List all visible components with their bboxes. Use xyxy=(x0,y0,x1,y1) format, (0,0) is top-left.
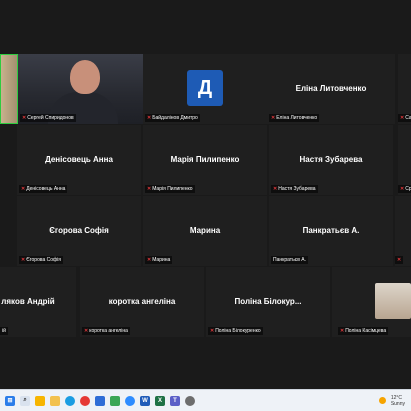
name-tag: ✕ Єгорова Софія xyxy=(19,256,63,264)
name-tag: ✕ Байдалінов Дмитро xyxy=(145,114,200,122)
name-tag-label: Поліна Касімцева xyxy=(345,328,387,334)
participant-tile[interactable]: ✕ Поліна Касімцева xyxy=(332,267,411,337)
participant-tile-partial[interactable]: ✕ Ср xyxy=(398,125,411,195)
mic-muted-icon: ✕ xyxy=(273,186,278,192)
participant-tile-partial[interactable]: ✕ xyxy=(395,196,411,266)
participant-name: Поліна Білокур... xyxy=(234,297,302,306)
mic-muted-icon: ✕ xyxy=(397,257,402,263)
sun-icon xyxy=(378,397,386,404)
participant-tile[interactable]: Марія Пилипенко ✕ Марія Пилипенко xyxy=(143,125,267,195)
name-tag-label: Панкратьєв А. xyxy=(273,257,306,263)
participant-name: Марина xyxy=(189,226,221,235)
mic-muted-icon: ✕ xyxy=(400,115,405,121)
participant-name: Еліна Литовченко xyxy=(295,84,367,93)
system-tray: 12°C Sunny xyxy=(378,395,411,407)
name-tag: ✕ Настя Зубарева xyxy=(271,185,318,193)
explorer-icon[interactable] xyxy=(50,395,60,406)
mic-muted-icon: ✕ xyxy=(210,328,215,334)
weather-widget[interactable]: 12°C Sunny xyxy=(391,395,405,407)
name-tag: ✕ Са xyxy=(398,114,411,122)
mic-muted-icon: ✕ xyxy=(21,186,26,192)
name-tag-label: ій xyxy=(2,328,6,334)
task-view-icon[interactable] xyxy=(35,395,45,406)
name-tag: ✕ xyxy=(395,256,404,264)
gallery-view: ✕ Сергей Спиридонов Д ✕ Байдалінов Дмитр… xyxy=(0,0,411,389)
name-tag: ✕ Сергей Спиридонов xyxy=(20,114,76,122)
name-tag: Панкратьєв А. xyxy=(271,256,308,264)
name-tag-label: Байдалінов Дмитро xyxy=(152,115,198,121)
participant-name: Марія Пилипенко xyxy=(170,155,240,164)
participant-tile[interactable]: ляков Андрій ій xyxy=(0,267,76,337)
name-tag-label: Поліна Білокуренко xyxy=(215,328,261,334)
participant-name: Панкратьєв А. xyxy=(302,226,360,235)
participant-tile[interactable]: Єгорова Софія ✕ Єгорова Софія xyxy=(17,196,141,266)
name-tag: ій xyxy=(0,327,8,335)
name-tag-label: Сергей Спиридонов xyxy=(27,115,74,121)
name-tag: ✕ Поліна Білокуренко xyxy=(208,327,263,335)
participant-tile[interactable]: коротка ангеліна ✕ коротка ангеліна xyxy=(80,267,204,337)
participant-tile[interactable]: Еліна Литовченко ✕ Еліна Литовченко xyxy=(267,54,395,124)
participant-tile[interactable]: Настя Зубарева ✕ Настя Зубарева xyxy=(269,125,393,195)
participant-name: Денісовець Анна xyxy=(45,155,113,164)
participant-tile[interactable]: Денісовець Анна ✕ Денісовець Анна xyxy=(17,125,141,195)
mic-muted-icon: ✕ xyxy=(400,186,405,192)
name-tag-label: Марина xyxy=(152,257,171,263)
windows-taskbar: ⊞ ⌕ W X T 12°C Sunny xyxy=(0,389,411,411)
weather-desc: Sunny xyxy=(390,400,405,407)
participant-tile-partial[interactable]: ✕ Са xyxy=(398,54,411,124)
mic-muted-icon: ✕ xyxy=(271,115,276,121)
participant-tile[interactable]: Д ✕ Байдалінов Дмитро xyxy=(143,54,267,124)
search-icon[interactable]: ⌕ xyxy=(20,395,30,406)
participant-tile[interactable]: Панкратьєв А. Панкратьєв А. xyxy=(269,196,393,266)
mic-muted-icon: ✕ xyxy=(22,115,27,121)
participant-name: Настя Зубарева xyxy=(299,155,363,164)
excel-icon[interactable]: X xyxy=(155,395,165,406)
participant-name: Єгорова Софія xyxy=(49,226,109,235)
mic-muted-icon: ✕ xyxy=(147,186,152,192)
mic-muted-icon: ✕ xyxy=(147,115,152,121)
name-tag: ✕ Марія Пилипенко xyxy=(145,185,195,193)
participant-tile[interactable]: ✕ Сергей Спиридонов xyxy=(0,54,143,124)
name-tag: ✕ Еліна Литовченко xyxy=(269,114,320,122)
name-tag-label: Настя Зубарева xyxy=(278,186,316,192)
photos-icon[interactable] xyxy=(110,395,120,406)
store-icon[interactable] xyxy=(95,395,105,406)
participant-name: ляков Андрій xyxy=(1,297,55,306)
name-tag-label: Еліна Литовченко xyxy=(276,115,318,121)
video-person-face xyxy=(70,60,100,94)
mic-muted-icon: ✕ xyxy=(340,328,345,334)
mic-muted-icon: ✕ xyxy=(147,257,152,263)
name-tag: ✕ Денісовець Анна xyxy=(19,185,68,193)
zoom-icon[interactable] xyxy=(125,395,135,406)
teams-icon[interactable]: T xyxy=(170,395,180,406)
participant-tile[interactable]: Марина ✕ Марина xyxy=(143,196,267,266)
name-tag-label: коротка ангеліна xyxy=(89,328,128,334)
avatar: Д xyxy=(187,70,223,106)
name-tag-label: Са xyxy=(405,115,411,121)
name-tag-label: Денісовець Анна xyxy=(26,186,66,192)
name-tag-label: Єгорова Софія xyxy=(26,257,61,263)
windows-icon[interactable]: ⊞ xyxy=(5,395,15,406)
name-tag-label: Ср xyxy=(405,186,411,192)
chrome-icon[interactable] xyxy=(80,395,90,406)
name-tag: ✕ Марина xyxy=(145,256,173,264)
mic-muted-icon: ✕ xyxy=(21,257,26,263)
name-tag: ✕ Поліна Касімцева xyxy=(338,327,389,335)
settings-icon[interactable] xyxy=(185,395,195,406)
participant-name: коротка ангеліна xyxy=(108,297,176,306)
name-tag: ✕ коротка ангеліна xyxy=(82,327,130,335)
participant-tile[interactable]: Поліна Білокур... ✕ Поліна Білокуренко xyxy=(206,267,330,337)
participant-photo xyxy=(375,283,411,319)
name-tag-label: Марія Пилипенко xyxy=(152,186,193,192)
self-video-edge xyxy=(0,54,18,124)
edge-icon[interactable] xyxy=(65,395,75,406)
name-tag: ✕ Ср xyxy=(398,185,411,193)
mic-muted-icon: ✕ xyxy=(84,328,89,334)
word-icon[interactable]: W xyxy=(140,395,150,406)
